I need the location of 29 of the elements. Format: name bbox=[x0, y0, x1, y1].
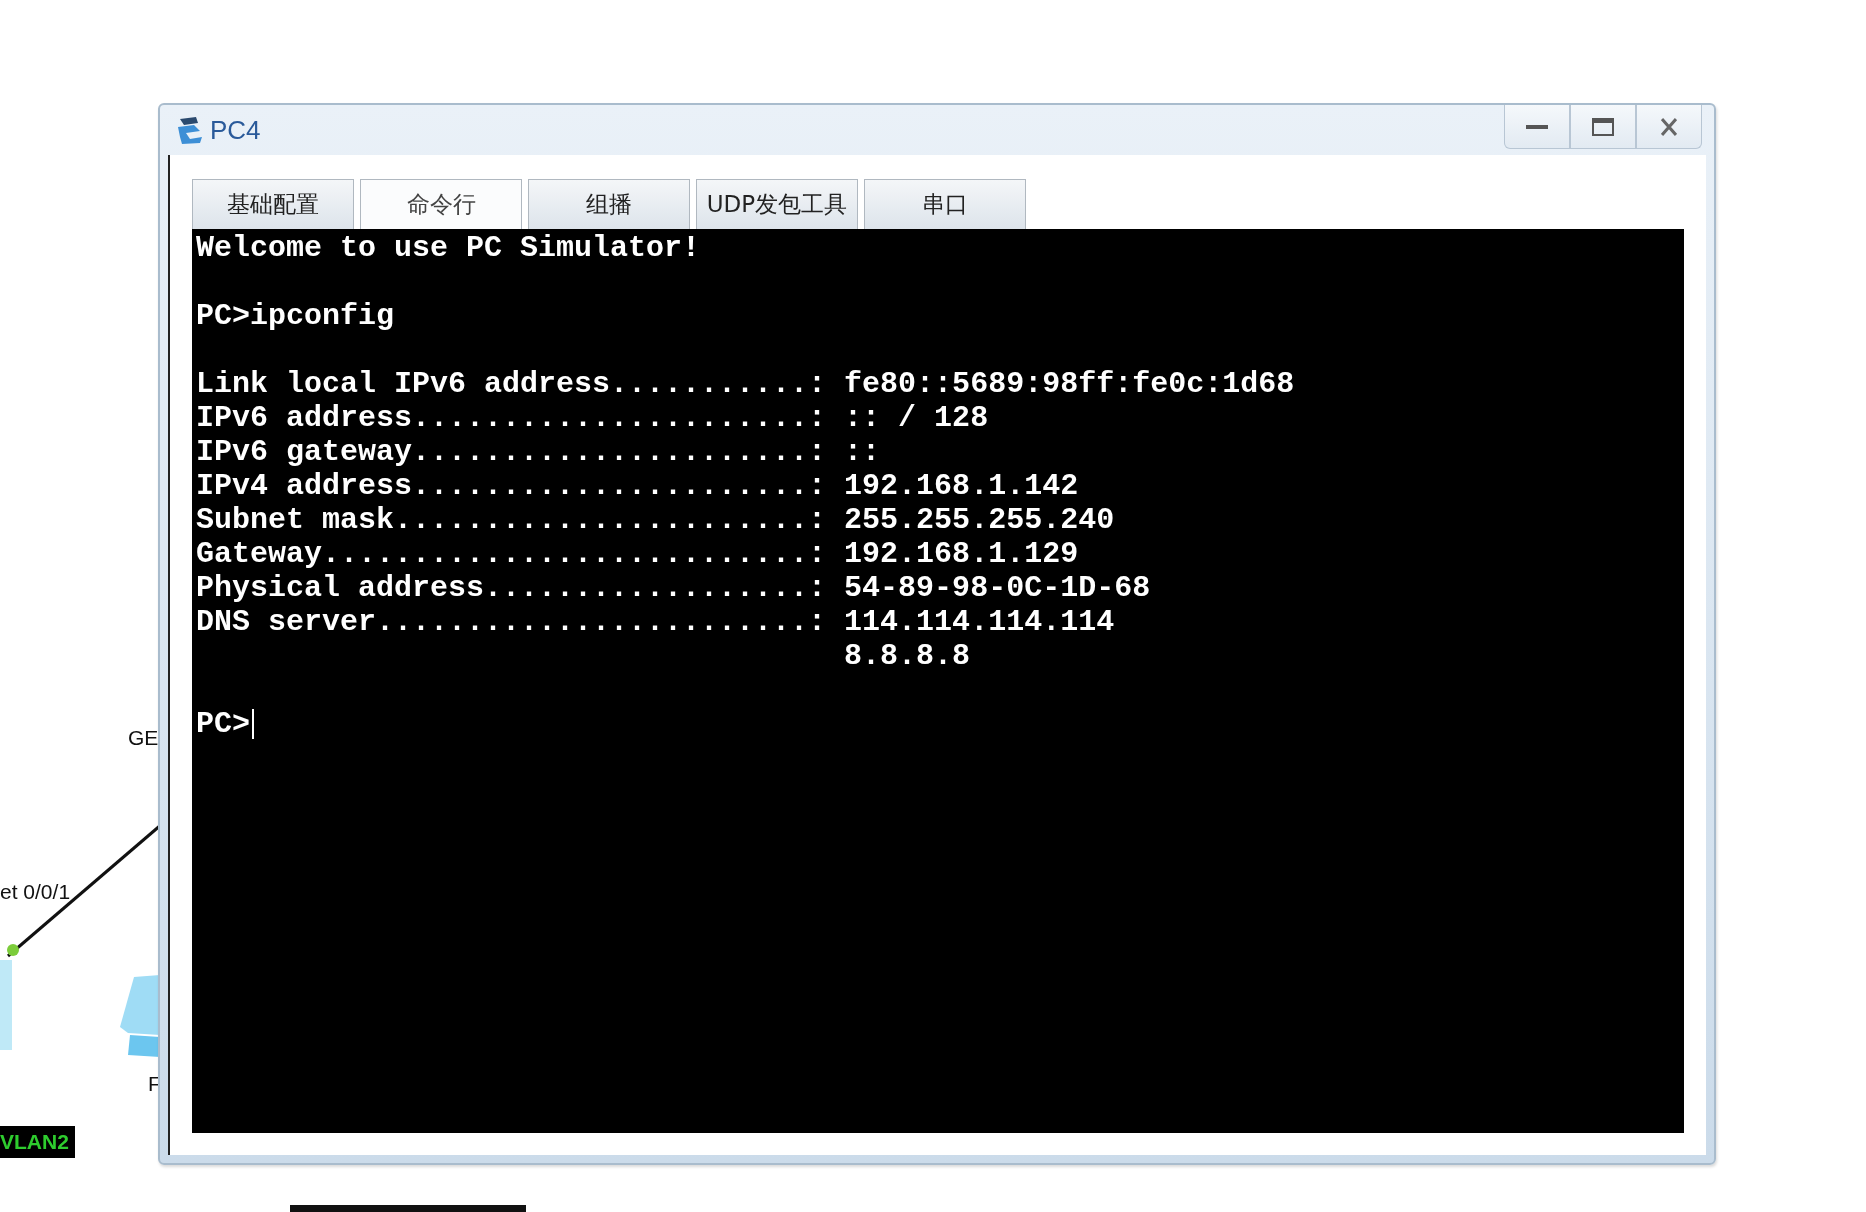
minimize-icon bbox=[1526, 123, 1548, 130]
terminal-line: Subnet mask.......................: 255.255.255.240 bbox=[196, 503, 1115, 537]
terminal-line: PC> bbox=[196, 707, 250, 741]
terminal-line: DNS server........................: 114.114.114.114 bbox=[196, 605, 1115, 639]
window-title: PC4 bbox=[210, 114, 261, 146]
tab[interactable]: 基础配置 bbox=[192, 179, 354, 229]
port-dot-icon bbox=[6, 943, 20, 957]
close-button[interactable] bbox=[1636, 105, 1702, 149]
terminal-line: 8.8.8.8 bbox=[843, 639, 971, 673]
terminal-line: IPv4 address......................: 192.168.1.142 bbox=[196, 469, 1079, 503]
network-icon bbox=[176, 115, 204, 145]
terminal-line: Link local IPv6 address...........: fe80::5689:98ff:fe0c:1d68 bbox=[196, 367, 1295, 401]
maximize-icon bbox=[1592, 117, 1614, 136]
port-label: et 0/0/1 bbox=[0, 880, 71, 904]
tab[interactable]: 串口 bbox=[864, 179, 1026, 229]
terminal-line: IPv6 gateway......................: :: bbox=[196, 435, 881, 469]
tab[interactable]: UDP发包工具 bbox=[696, 179, 858, 229]
tab[interactable]: 命令行 bbox=[360, 179, 522, 229]
terminal-line: PC>ipconfig bbox=[196, 299, 395, 333]
terminal-line: IPv6 address......................: :: / 128 bbox=[196, 401, 989, 435]
maximize-button[interactable] bbox=[1570, 105, 1636, 149]
terminal-line: Gateway...........................: 192.168.1.129 bbox=[196, 537, 1079, 571]
minimize-button[interactable] bbox=[1504, 105, 1570, 149]
terminal-line: Physical address..................: 54-89-98-0C-1D-68 bbox=[196, 571, 1151, 605]
port-label: GE bbox=[128, 726, 159, 750]
tab[interactable]: 组播 bbox=[528, 179, 690, 229]
vlan-tag: VLAN2 bbox=[0, 1126, 75, 1158]
terminal-line: Welcome to use PC Simulator! bbox=[196, 231, 701, 265]
close-icon bbox=[1661, 117, 1677, 136]
